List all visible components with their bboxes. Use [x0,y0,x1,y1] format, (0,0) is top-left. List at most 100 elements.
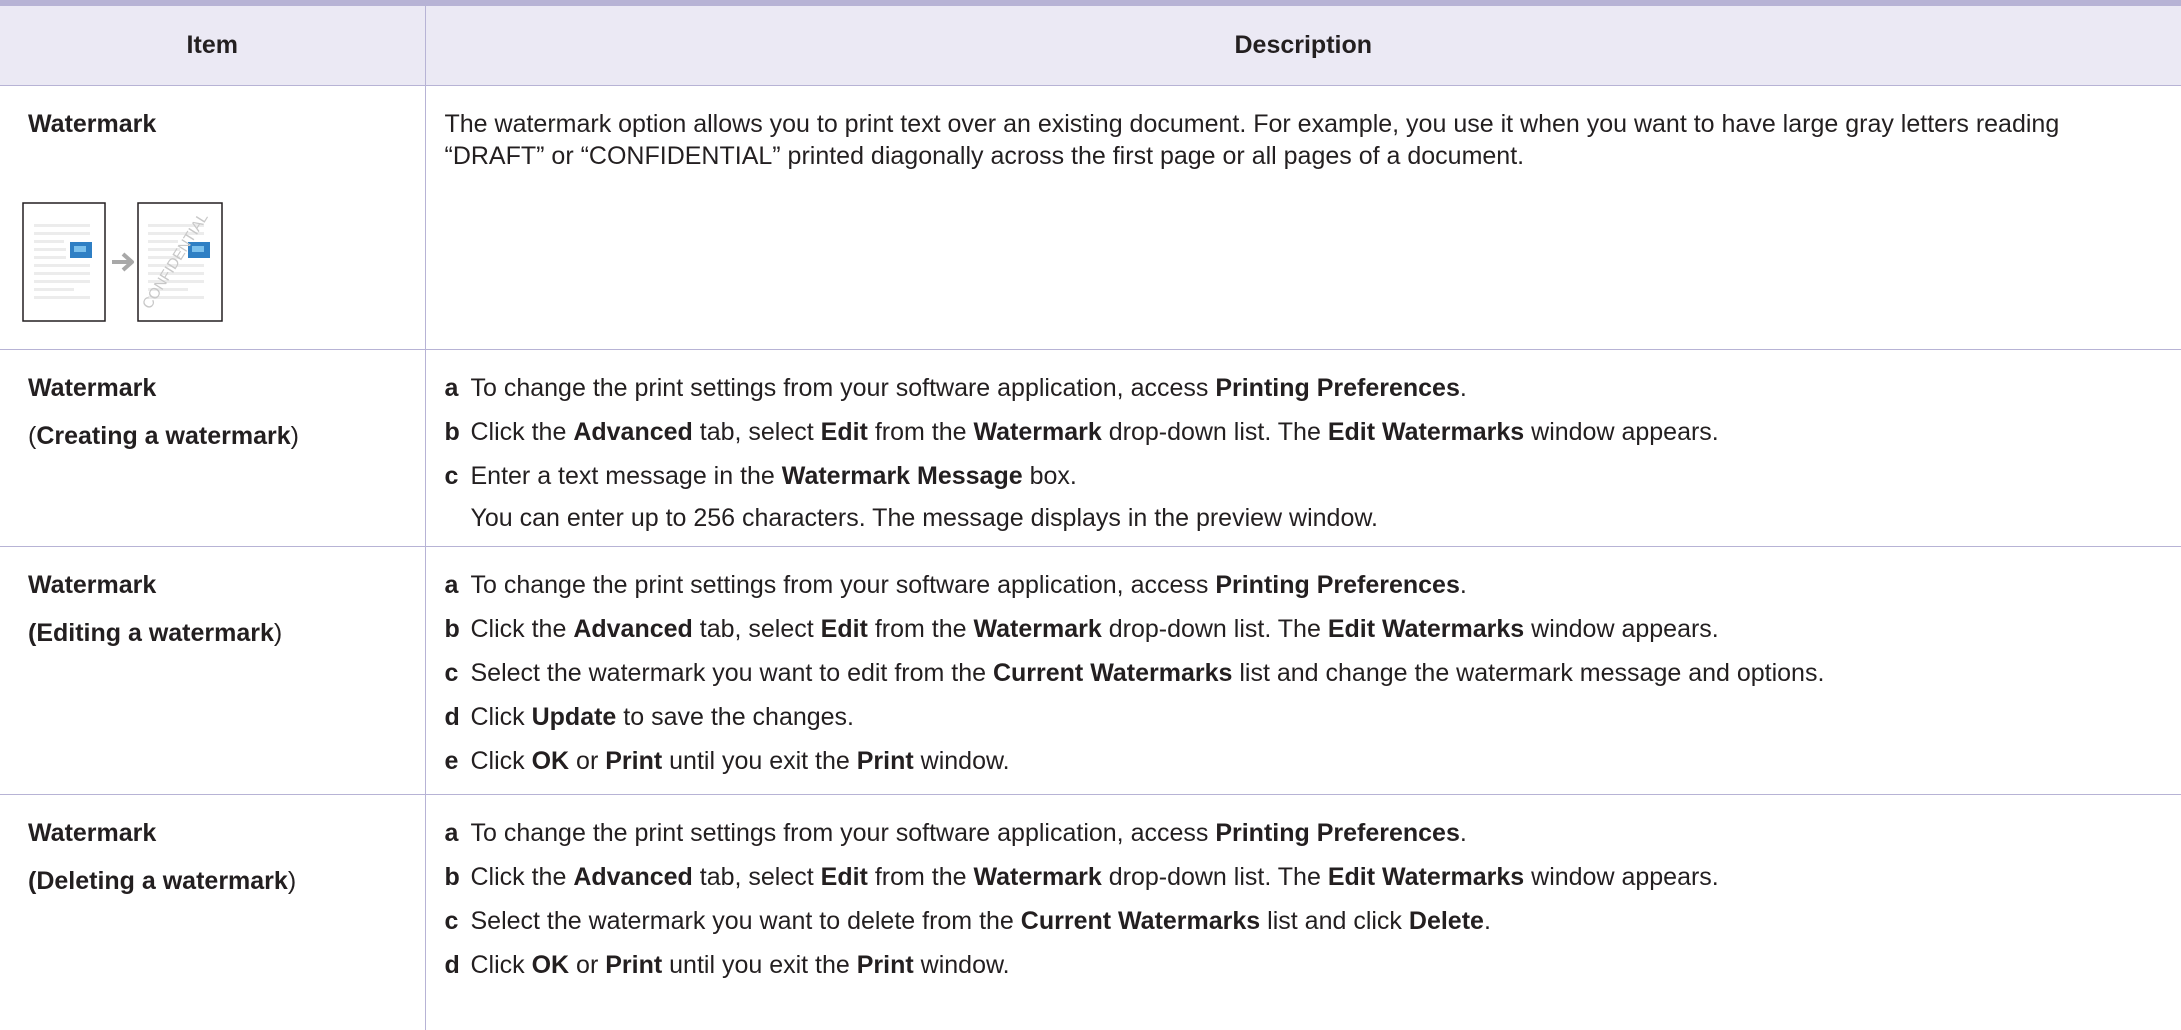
step-item: b Click the Advanced tab, select Edit fro… [445,416,2154,448]
original-page-icon [22,201,106,322]
watermark-options-table: Item Description Watermark CONFIDENTIAL … [0,0,2181,1030]
step-letter: b [444,417,460,446]
item-subtitle-close: ) [273,618,283,647]
step-text-plain: Select the watermark you want to delete … [470,906,1021,935]
step-text-plain: To change the print settings from your s… [470,373,1216,402]
step-letter: a [444,818,459,847]
description-cell: The watermark option allows you to print… [425,85,2181,350]
step-text-bold: Edit [820,417,868,446]
step-letter: d [444,702,460,731]
step-text-plain: window. [913,950,1010,979]
item-title: Watermark [28,818,157,847]
step-text-plain: from the [867,417,974,446]
item-subtitle-close: ) [287,866,297,895]
step-text-bold: Edit [820,862,868,891]
step-text-plain: Click the [470,614,574,643]
step-text-plain: . [1483,906,1491,935]
item-title: Watermark [28,570,157,599]
step-text-bold: Advanced [573,417,693,446]
step-text-bold: OK [531,950,570,979]
step-text-plain: to save the changes. [616,702,855,731]
item-cell: Watermark (Deleting a watermark) [0,794,426,1030]
step-text-plain: Click the [470,862,574,891]
step-text-bold: Edit [820,614,868,643]
step-text-plain: Select the watermark you want to edit fr… [470,658,993,687]
step-text-plain: from the [867,614,974,643]
step-text-plain: or [569,746,606,775]
step-letter: e [444,746,459,775]
step-text-plain: from the [867,862,974,891]
step-text-plain: until you exit the [662,746,857,775]
step-text-bold: Watermark [973,614,1102,643]
step-text-bold: Watermark Message [781,461,1023,490]
step-letter: a [444,373,459,402]
item-subtitle: (Deleting a watermark) [28,865,425,897]
step-item: c Select the watermark you want to edit f… [445,657,2154,689]
step-text-bold: Update [531,702,617,731]
step-item: b Click the Advanced tab, select Edit fro… [445,861,2154,893]
step-text-plain: tab, select [692,417,821,446]
step-list: a To change the print settings from your … [445,372,2154,534]
step-text-plain: window appears. [1524,417,1719,446]
step-text: Select the watermark you want to edit fr… [471,657,1825,689]
header-description: Description [425,0,2181,86]
step-list: a To change the print settings from your … [445,569,2154,777]
step-text-bold: Watermark [973,417,1102,446]
step-item: d Click OK or Print until you exit the Pr… [445,949,2154,981]
step-item: a To change the print settings from your … [445,569,2154,601]
description-cell: a To change the print settings from your … [425,349,2181,547]
step-text: To change the print settings from your s… [471,569,1467,601]
step-text: Click the Advanced tab, select Edit from… [471,861,1719,893]
step-text-plain: drop-down list. The [1101,417,1328,446]
step-text-plain: . [1459,373,1467,402]
step-text: Enter a text message in the Watermark Me… [471,462,1077,490]
step-text-plain: tab, select [692,862,821,891]
step-letter: c [444,658,459,687]
step-text-plain: . [1459,818,1467,847]
step-text-bold: Edit Watermarks [1327,862,1525,891]
header-item: Item [0,0,426,86]
item-cell: Watermark (Creating a watermark) [0,349,426,547]
item-cell: Watermark (Editing a watermark) [0,546,426,795]
item-subtitle-bold: (Editing a watermark [28,618,274,647]
step-text-plain: box. [1022,461,1077,490]
step-text-bold: Advanced [573,862,693,891]
table-row: Watermark (Creating a watermark) a To cha… [0,349,2181,547]
step-letter: d [444,950,460,979]
step-text-plain: Click [470,950,532,979]
table-row: Watermark (Deleting a watermark) a To cha… [0,794,2181,1030]
step-text-bold: Printing Preferences [1215,373,1460,402]
step-text: Click the Advanced tab, select Edit from… [471,416,1719,448]
step-text-bold: Print [856,950,914,979]
arrow-right-icon [112,252,134,271]
step-text-plain: . [1459,570,1467,599]
item-cell: Watermark CONFIDENTIAL [0,85,426,350]
step-body: Enter a text message in the Watermark Me… [471,460,1378,534]
step-text: To change the print settings from your s… [471,817,1467,849]
step-text-bold: OK [531,746,570,775]
watermark-illustration: CONFIDENTIAL [22,201,223,322]
step-letter: b [444,614,460,643]
table-header-row: Item Description [0,0,2181,86]
step-text-plain: Click [470,746,532,775]
step-text-plain: window appears. [1524,614,1719,643]
item-title: Watermark [28,373,157,402]
step-letter: c [444,906,459,935]
step-text-plain: Click [470,702,532,731]
item-subtitle-close: ) [290,421,299,450]
step-text-bold: Current Watermarks [992,658,1233,687]
step-item: c Select the watermark you want to delete… [445,905,2154,937]
step-text-bold: Printing Preferences [1215,570,1460,599]
table-row: Watermark (Editing a watermark) a To chan… [0,546,2181,795]
step-text-bold: Print [856,746,914,775]
step-text-plain: Click the [470,417,574,446]
step-text-plain: list and change the watermark message an… [1232,658,1825,687]
step-text-plain: drop-down list. The [1101,614,1328,643]
item-title: Watermark [28,109,157,138]
step-text-plain: tab, select [692,614,821,643]
step-text: Select the watermark you want to delete … [471,905,1491,937]
step-text-plain: To change the print settings from your s… [470,570,1216,599]
step-text-plain: window. [913,746,1010,775]
step-letter: c [444,461,459,490]
step-item: d Click Update to save the changes. [445,701,2154,733]
